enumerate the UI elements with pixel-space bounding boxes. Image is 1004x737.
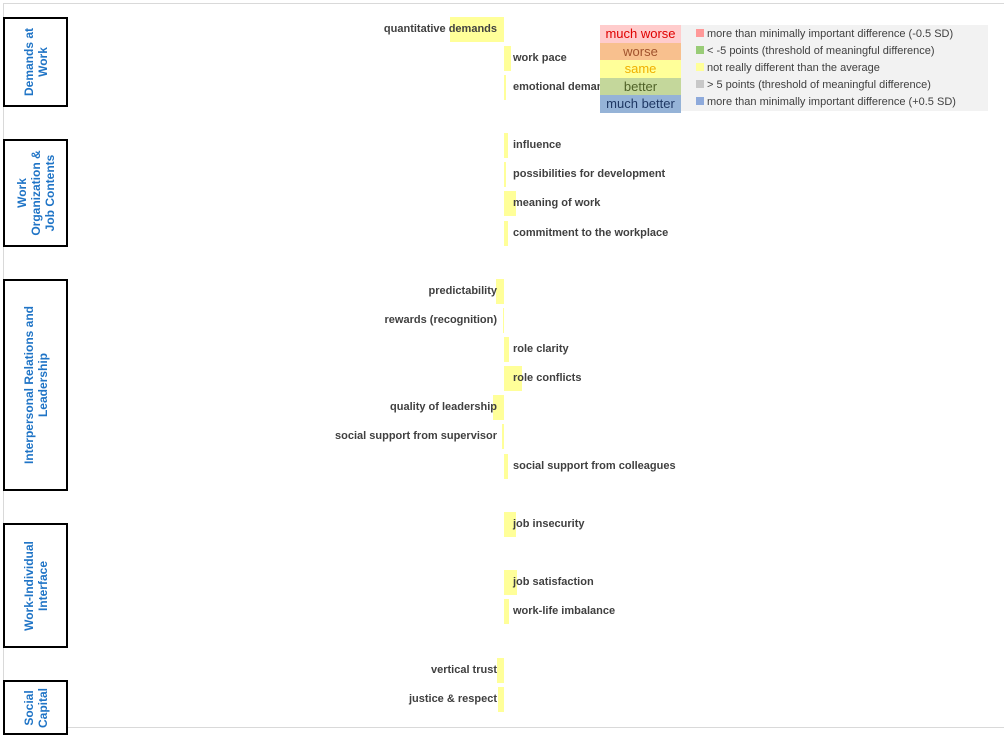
bar (504, 45, 512, 71)
legend-description: more than minimally important difference… (707, 96, 956, 108)
group-label: Interpersonal Relations and Leadership (21, 305, 50, 465)
bar (504, 74, 506, 100)
bar-label: rewards (recognition) (384, 314, 497, 326)
legend-row: more than minimally important difference… (696, 27, 953, 41)
bar-label: role conflicts (513, 372, 582, 384)
group-label: Work-Individual Interface (21, 540, 50, 631)
bar (504, 132, 508, 158)
legend-row: < -5 points (threshold of meaningful dif… (696, 44, 935, 58)
legend-category: same (600, 60, 681, 78)
bar-label: social support from supervisor (335, 430, 497, 442)
group-label: Demands at Work (21, 27, 50, 97)
bar-label: quantitative demands (383, 23, 497, 35)
legend-swatch (696, 46, 704, 54)
legend-description: > 5 points (threshold of meaningful diff… (707, 79, 931, 91)
group-box: Social Capital (3, 680, 68, 735)
legend-row: not really different than the average (696, 61, 880, 75)
bar-label: work-life imbalance (513, 605, 616, 617)
bar (504, 336, 509, 362)
legend-category: better (600, 77, 681, 96)
group-label: Social Capital (21, 687, 50, 728)
frame-border-bottom (3, 727, 1004, 728)
bar (501, 423, 504, 449)
bar (504, 220, 508, 246)
legend-row: more than minimally important difference… (696, 95, 956, 109)
bar-label: meaning of work (513, 197, 601, 209)
legend-category: much worse (600, 25, 681, 43)
bar (504, 161, 506, 187)
bar-label: work pace (513, 52, 567, 64)
bar-label: social support from colleagues (513, 460, 676, 472)
legend-description: more than minimally important difference… (707, 28, 954, 40)
bar (504, 453, 508, 479)
bar-label: vertical trust (430, 664, 497, 676)
bar-label: quality of leadership (390, 401, 497, 413)
bar-label: commitment to the workplace (513, 227, 669, 239)
group-box: Work-Individual Interface (3, 523, 68, 648)
legend-swatch (696, 80, 704, 88)
legend-swatch (696, 29, 704, 37)
bar (502, 307, 504, 333)
bar-label: job insecurity (513, 518, 585, 530)
group-box: Work Organization & Job Contents (3, 139, 68, 247)
legend: much worse worse same better much better mor… (600, 25, 988, 113)
legend-swatch (696, 97, 704, 105)
legend-row: > 5 points (threshold of meaningful diff… (696, 78, 931, 92)
legend-description: not really different than the average (707, 62, 880, 74)
bar-label: justice & respect (408, 693, 497, 705)
bar-label: possibilities for development (513, 168, 666, 180)
bar (496, 657, 504, 683)
legend-category: much better (600, 95, 681, 113)
legend-description: < -5 points (threshold of meaningful dif… (707, 45, 935, 57)
legend-category: worse (600, 42, 681, 61)
bar-label: influence (513, 139, 562, 151)
group-box: Interpersonal Relations and Leadership (3, 279, 68, 491)
bar (504, 598, 509, 624)
group-box: Demands at Work (3, 17, 68, 107)
group-label: Work Organization & Job Contents (14, 150, 57, 236)
bar (498, 686, 504, 712)
bar-label: job satisfaction (513, 576, 594, 588)
bar-label: predictability (428, 285, 497, 297)
legend-swatch (696, 63, 704, 71)
frame-border-top (3, 3, 1004, 4)
bar-label: role clarity (513, 343, 569, 355)
